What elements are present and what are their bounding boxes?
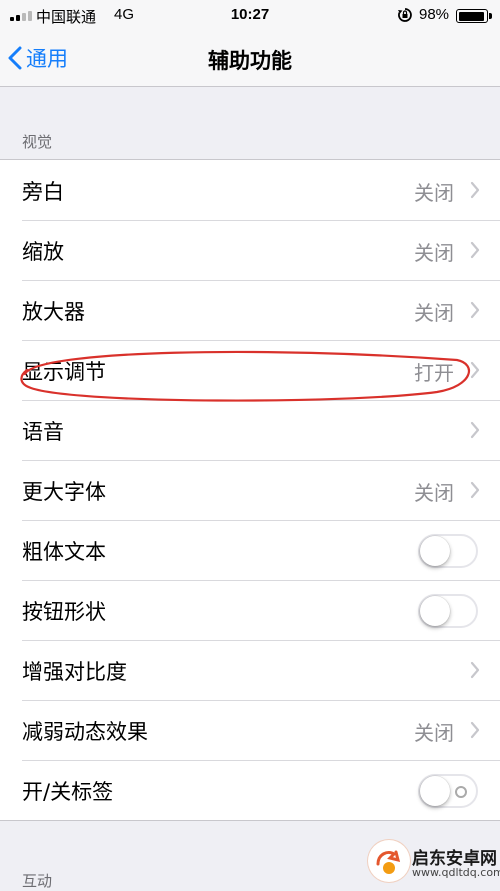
row-larger-text[interactable]: 更大字体 关闭 bbox=[0, 460, 500, 520]
row-speech[interactable]: 语音 bbox=[0, 400, 500, 460]
row-value: 打开 bbox=[414, 361, 454, 385]
section-header-vision: 视觉 bbox=[22, 133, 53, 151]
row-label: 减弱动态效果 bbox=[22, 720, 148, 744]
chevron-right-icon bbox=[470, 481, 480, 499]
row-value: 关闭 bbox=[414, 301, 454, 325]
row-label: 按钮形状 bbox=[22, 600, 106, 624]
off-label-icon bbox=[455, 786, 467, 798]
row-increase-contrast[interactable]: 增强对比度 bbox=[0, 640, 500, 700]
orientation-lock-icon bbox=[398, 8, 412, 22]
page-title: 辅助功能 bbox=[208, 49, 292, 73]
watermark: 启东安卓网 www.qdltdq.com bbox=[368, 832, 500, 888]
button-shapes-toggle[interactable] bbox=[418, 594, 478, 628]
row-label: 语音 bbox=[22, 420, 64, 444]
chevron-right-icon bbox=[470, 241, 480, 259]
row-on-off-labels: 开/关标签 bbox=[0, 760, 500, 820]
row-voiceover[interactable]: 旁白 关闭 bbox=[0, 160, 500, 220]
toggle-knob bbox=[420, 536, 450, 566]
row-reduce-motion[interactable]: 减弱动态效果 关闭 bbox=[0, 700, 500, 760]
bold-text-toggle[interactable] bbox=[418, 534, 478, 568]
toggle-knob bbox=[420, 596, 450, 626]
row-button-shapes: 按钮形状 bbox=[0, 580, 500, 640]
row-label: 粗体文本 bbox=[22, 540, 106, 564]
settings-list: 旁白 关闭 缩放 关闭 放大器 关闭 显示调节 打开 语音 更大字体 关闭 粗体… bbox=[0, 159, 500, 821]
chevron-right-icon bbox=[470, 421, 480, 439]
row-value: 关闭 bbox=[414, 721, 454, 745]
row-magnifier[interactable]: 放大器 关闭 bbox=[0, 280, 500, 340]
watermark-logo-icon bbox=[368, 840, 410, 882]
navigation-bar: 通用 辅助功能 bbox=[0, 32, 500, 87]
row-display-accommodations[interactable]: 显示调节 打开 bbox=[0, 340, 500, 400]
battery-percent: 98% bbox=[419, 6, 450, 23]
chevron-right-icon bbox=[470, 661, 480, 679]
chevron-right-icon bbox=[470, 301, 480, 319]
battery-icon bbox=[456, 9, 488, 23]
row-value: 关闭 bbox=[414, 181, 454, 205]
row-label: 放大器 bbox=[22, 300, 85, 324]
status-bar: 中国联通 4G 10:27 98% bbox=[0, 0, 500, 32]
row-label: 缩放 bbox=[22, 240, 64, 264]
battery-cap bbox=[489, 13, 492, 19]
row-value: 关闭 bbox=[414, 241, 454, 265]
toggle-knob bbox=[420, 776, 450, 806]
row-label: 开/关标签 bbox=[22, 780, 114, 804]
watermark-url: www.qdltdq.com bbox=[412, 866, 500, 879]
row-bold-text: 粗体文本 bbox=[0, 520, 500, 580]
chevron-right-icon bbox=[470, 721, 480, 739]
row-zoom[interactable]: 缩放 关闭 bbox=[0, 220, 500, 280]
row-label: 更大字体 bbox=[22, 480, 106, 504]
row-label: 增强对比度 bbox=[22, 660, 127, 684]
row-label: 旁白 bbox=[22, 180, 64, 204]
row-label: 显示调节 bbox=[22, 360, 106, 384]
chevron-right-icon bbox=[470, 361, 480, 379]
chevron-right-icon bbox=[470, 181, 480, 199]
on-off-labels-toggle[interactable] bbox=[418, 774, 478, 808]
row-value: 关闭 bbox=[414, 481, 454, 505]
